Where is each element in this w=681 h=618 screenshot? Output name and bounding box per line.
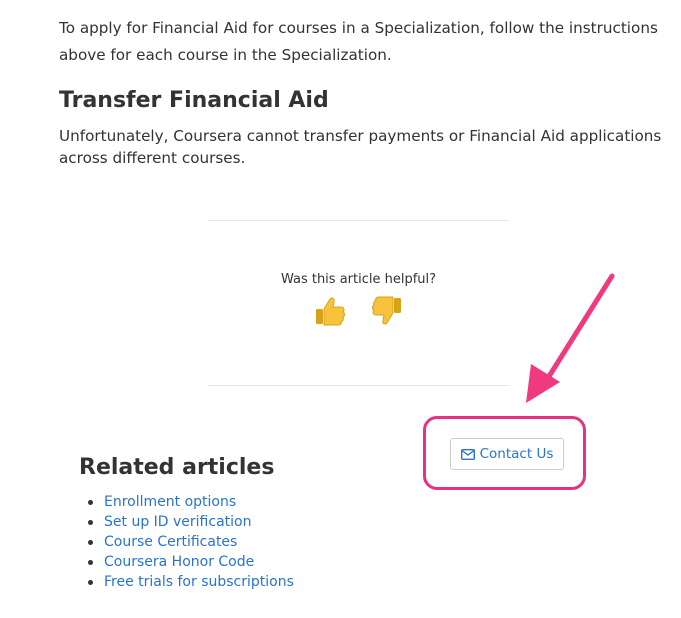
list-item: Set up ID verification xyxy=(86,512,294,532)
thumbs-up-button[interactable] xyxy=(311,293,347,329)
list-item: Course Certificates xyxy=(86,532,294,552)
thumbs-down-button[interactable] xyxy=(370,293,406,329)
divider-bottom xyxy=(208,385,509,386)
envelope-icon xyxy=(460,448,475,460)
intro-paragraph: To apply for Financial Aid for courses i… xyxy=(59,19,658,64)
thumbs-down-icon xyxy=(372,296,401,325)
transfer-heading: Transfer Financial Aid xyxy=(59,88,329,113)
list-item: Free trials for subscriptions xyxy=(86,572,294,592)
related-articles-list: Enrollment options Set up ID verificatio… xyxy=(86,492,294,592)
helpful-question: Was this article helpful? xyxy=(280,272,437,287)
related-link-enrollment-options[interactable]: Enrollment options xyxy=(104,494,236,510)
contact-us-button[interactable]: Contact Us xyxy=(450,438,564,470)
related-articles-title: Related articles xyxy=(79,455,275,480)
contact-us-label: Contact Us xyxy=(479,446,554,462)
related-link-honor-code[interactable]: Coursera Honor Code xyxy=(104,554,254,570)
related-link-id-verification[interactable]: Set up ID verification xyxy=(104,514,251,530)
list-item: Coursera Honor Code xyxy=(86,552,294,572)
thumbs-up-icon xyxy=(316,297,345,326)
related-link-free-trials[interactable]: Free trials for subscriptions xyxy=(104,574,294,590)
related-link-course-certificates[interactable]: Course Certificates xyxy=(104,534,237,550)
list-item: Enrollment options xyxy=(86,492,294,512)
divider-top xyxy=(208,220,509,221)
transfer-paragraph: Unfortunately, Coursera cannot transfer … xyxy=(59,127,662,167)
